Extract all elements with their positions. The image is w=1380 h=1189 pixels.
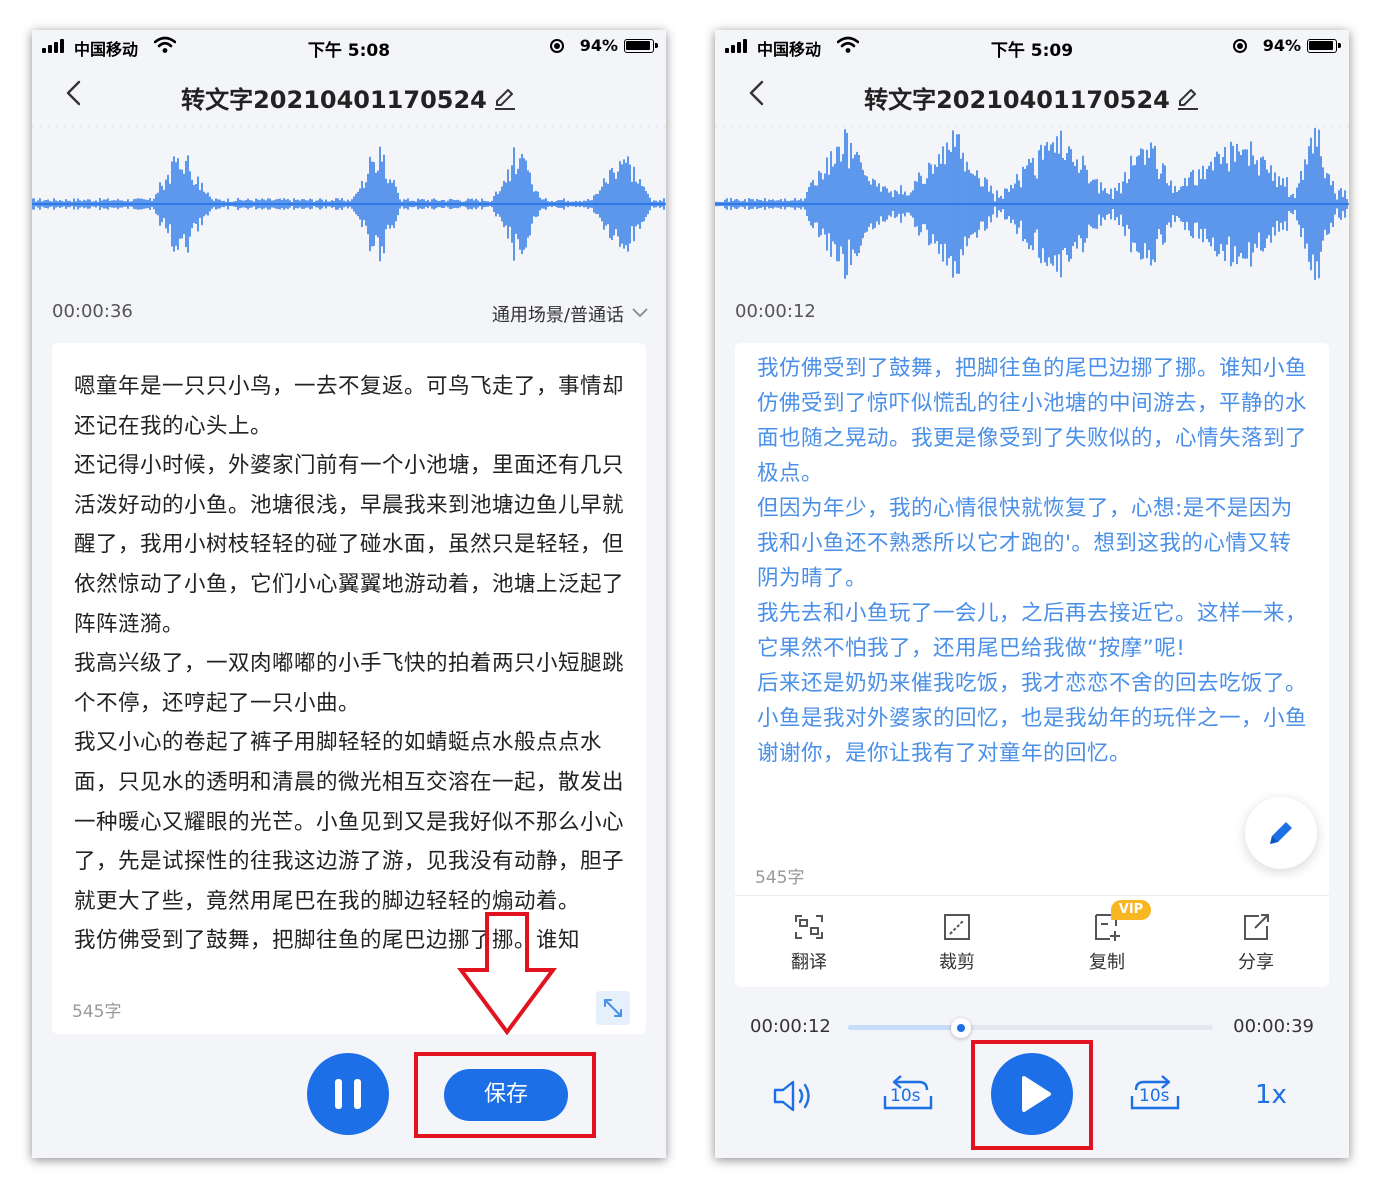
time-info-bar: 00:00:36 通用场景/普通话: [32, 298, 666, 328]
crop-icon: [944, 914, 970, 940]
transcript-paragraph: 后来还是奶奶来催我吃饭，我才恋恋不舍的回去吃饭了。: [757, 671, 1308, 696]
rewind-label: 10s: [890, 1086, 921, 1106]
scene-label: 通用场景/普通话: [491, 305, 624, 326]
time-info-bar: 00:00:12: [715, 298, 1349, 328]
down-arrow-annotation: [457, 912, 557, 1036]
chevron-down-icon: [632, 308, 648, 318]
recording-screen-editing: 中国移动 下午 5:08 94% 转文字20210401170524 00:00…: [32, 30, 666, 1158]
seek-progress: [848, 1025, 962, 1030]
share-label: 分享: [1238, 952, 1274, 973]
expand-arrows-icon: [604, 999, 622, 1017]
battery-percent: 94%: [1262, 36, 1301, 55]
share-button[interactable]: 分享: [1216, 912, 1296, 974]
copy-label: 复制: [1089, 952, 1125, 973]
current-time: 00:00:12: [750, 1016, 831, 1037]
vip-badge: VIP: [1111, 900, 1151, 920]
transcript-paragraph: 我仿佛受到了鼓舞，把脚往鱼的尾巴边挪了挪。谁知小鱼仿佛受到了惊吓似慌乱的往小池塘…: [757, 356, 1308, 486]
transcript-paragraph: 但因为年少，我的心情很快就恢复了，心想:是不是因为我和小鱼还不熟悉所以它才跑的'…: [757, 496, 1293, 591]
transcript-text[interactable]: 我仿佛受到了鼓舞，把脚往鱼的尾巴边挪了挪。谁知小鱼仿佛受到了惊吓似慌乱的往小池塘…: [735, 343, 1329, 771]
status-bar: 中国移动 下午 5:09 94%: [715, 30, 1349, 64]
rewind-10s-button[interactable]: 10s: [881, 1074, 935, 1116]
audio-waveform[interactable]: [32, 126, 666, 284]
page-title: 转文字20210401170524: [864, 86, 1170, 114]
elapsed-time: 00:00:36: [52, 301, 133, 322]
transcript-paragraph: 我先去和小鱼玩了一会儿，之后再去接近它。这样一来，它果然不怕我了，还用尾巴给我做…: [757, 601, 1308, 661]
nav-bar: 转文字20210401170524: [715, 64, 1349, 126]
battery-icon: [624, 39, 658, 53]
transcript-paragraph: 还记得小时候，外婆家门前有一个小池塘，里面还有几只活泼好动的小鱼。池塘很浅，早晨…: [74, 453, 625, 637]
total-time: 00:00:39: [1233, 1016, 1314, 1037]
rotation-lock-icon: [550, 39, 564, 53]
status-bar: 中国移动 下午 5:08 94%: [32, 30, 666, 64]
pencil-icon: [1270, 822, 1292, 844]
highlight-box: [971, 1040, 1093, 1150]
page-title: 转文字20210401170524: [181, 86, 487, 114]
battery-percent: 94%: [579, 36, 618, 55]
char-count: 545字: [72, 1002, 122, 1022]
battery-icon: [1307, 39, 1341, 53]
playback-speed-button[interactable]: 1x: [1255, 1080, 1287, 1110]
scene-language-select[interactable]: 通用场景/普通话: [492, 301, 648, 327]
status-time: 下午 5:09: [990, 41, 1074, 61]
highlight-box: [414, 1052, 596, 1138]
title-area: 转文字20210401170524: [32, 80, 666, 115]
copy-button[interactable]: VIP 复制: [1067, 900, 1151, 974]
transcript-paragraph: 我又小心的卷起了裤子用脚轻轻的如蜻蜓点水般点点水面，只见水的透明和清晨的微光相互…: [74, 730, 625, 914]
crop-button[interactable]: 裁剪: [917, 912, 997, 974]
char-count: 545字: [755, 868, 805, 888]
forward-10s-button[interactable]: 10s: [1128, 1074, 1182, 1116]
elapsed-time: 00:00:12: [735, 301, 816, 322]
crop-label: 裁剪: [939, 952, 975, 973]
seek-track[interactable]: [848, 1018, 1213, 1038]
share-icon: [1244, 914, 1269, 940]
audio-waveform[interactable]: [715, 126, 1349, 284]
action-toolbar: 翻译 裁剪 VIP 复制 分享: [735, 895, 1329, 985]
rename-pencil-icon[interactable]: [493, 87, 517, 111]
playback-seekbar: 00:00:12 00:00:39: [715, 1013, 1349, 1039]
transcript-paragraph: 我高兴级了，一双肉嘟嘟的小手飞快的拍着两只小短腿跳个不停，还哼起了一只小曲。: [74, 651, 625, 716]
translate-label: 翻译: [791, 952, 827, 973]
nav-bar: 转文字20210401170524: [32, 64, 666, 126]
status-time: 下午 5:08: [307, 41, 391, 61]
title-area: 转文字20210401170524: [715, 80, 1349, 115]
volume-icon[interactable]: [771, 1078, 817, 1114]
transcript-paragraph: 小鱼是我对外婆家的回忆，也是我幼年的玩伴之一，小鱼谢谢你，是你让我有了对童年的回…: [757, 706, 1308, 766]
pause-button[interactable]: [307, 1053, 389, 1135]
translate-button[interactable]: 翻译: [769, 912, 849, 974]
forward-label: 10s: [1139, 1086, 1170, 1106]
edit-text-fab[interactable]: [1245, 797, 1317, 869]
rename-pencil-icon[interactable]: [1176, 87, 1200, 111]
transcript-card: 我仿佛受到了鼓舞，把脚往鱼的尾巴边挪了挪。谁知小鱼仿佛受到了惊吓似慌乱的往小池塘…: [735, 343, 1329, 987]
transcript-text[interactable]: 嗯童年是一只只小鸟，一去不复返。可鸟飞走了，事情却还记在我的心头上。 还记得小时…: [52, 343, 646, 973]
expand-button[interactable]: [596, 991, 630, 1025]
recording-screen-playback: 中国移动 下午 5:09 94% 转文字20210401170524 00:00…: [715, 30, 1349, 1158]
seek-thumb[interactable]: [951, 1018, 972, 1038]
transcript-paragraph: 嗯童年是一只只小鸟，一去不复返。可鸟飞走了，事情却还记在我的心头上。: [74, 374, 625, 439]
rotation-lock-icon: [1233, 39, 1247, 53]
translate-icon: [795, 915, 823, 939]
